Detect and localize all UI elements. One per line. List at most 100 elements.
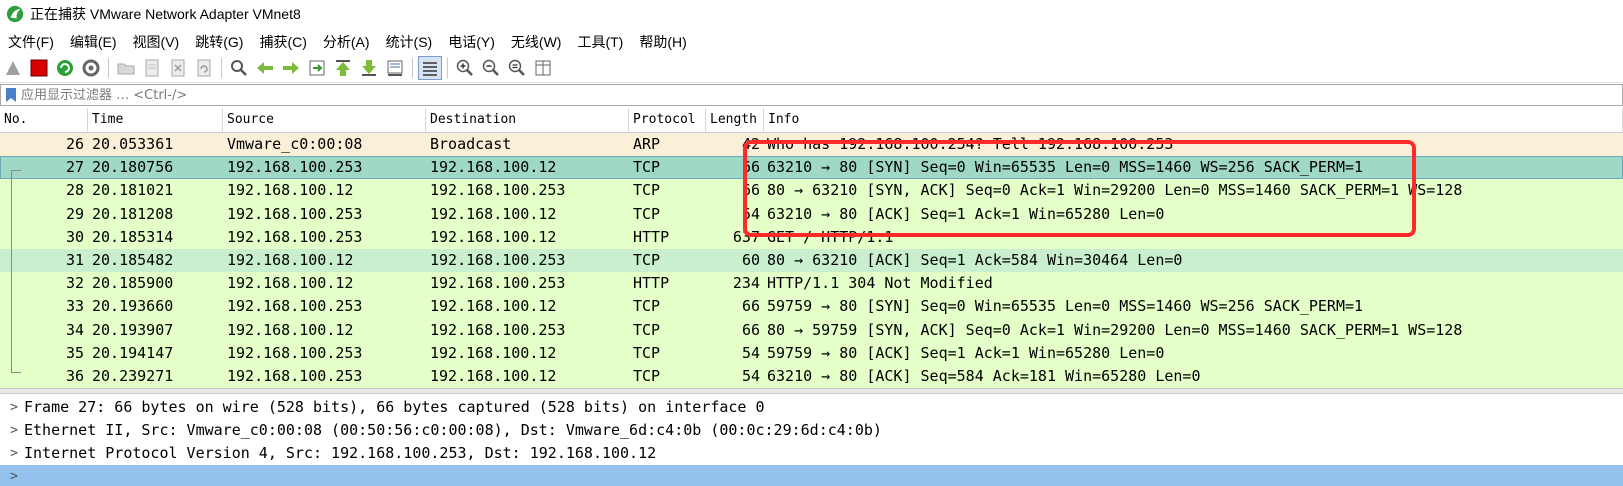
menu-view[interactable]: 视图(V): [125, 31, 188, 53]
toolbar-separator: [447, 58, 448, 78]
first-packet-button[interactable]: [331, 56, 355, 80]
cell-info: 59759 → 80 [SYN] Seq=0 Win=65535 Len=0 M…: [767, 297, 1364, 316]
cell-time: 20.194147: [92, 343, 174, 362]
packet-row[interactable]: 35 20.194147 192.168.100.253 192.168.100.12…: [0, 341, 1623, 365]
expand-arrow-icon[interactable]: >: [4, 465, 24, 486]
cell-length: 66: [741, 158, 760, 177]
packet-row[interactable]: 30 20.185314 192.168.100.253 192.168.100.12…: [0, 225, 1623, 249]
close-file-button[interactable]: [166, 56, 190, 80]
cell-length: 234: [732, 274, 760, 293]
start-capture-button[interactable]: [1, 56, 25, 80]
packet-row[interactable]: 34 20.193907 192.168.100.12 192.168.100.253…: [0, 318, 1623, 342]
resize-columns-icon: [535, 60, 551, 76]
cell-length: 54: [741, 204, 760, 223]
cell-protocol: ARP: [633, 135, 661, 153]
bookmark-icon[interactable]: [4, 87, 18, 103]
cell-protocol: TCP: [633, 343, 661, 362]
arrow-left-icon: [257, 62, 273, 74]
menu-bar: 文件(F) 编辑(E) 视图(V) 跳转(G) 捕获(C) 分析(A) 统计(S…: [0, 30, 1623, 54]
column-header-no[interactable]: No.: [0, 108, 88, 132]
go-to-packet-button[interactable]: [305, 56, 329, 80]
cell-source: 192.168.100.253: [227, 366, 363, 385]
cell-no: 31: [65, 250, 84, 269]
restart-capture-button[interactable]: [53, 56, 77, 80]
cell-source: 192.168.100.12: [227, 320, 354, 339]
detail-frame[interactable]: > Frame 27: 66 bytes on wire (528 bits),…: [0, 396, 1623, 419]
column-header-info[interactable]: Info: [764, 108, 1623, 132]
column-header-length[interactable]: Length: [706, 108, 764, 132]
cell-destination: 192.168.100.12: [430, 227, 557, 246]
cell-protocol: TCP: [633, 320, 661, 339]
packet-row[interactable]: 33 20.193660 192.168.100.253 192.168.100.12…: [0, 295, 1623, 319]
toolbar-separator: [221, 58, 222, 78]
expand-arrow-icon[interactable]: >: [4, 396, 24, 419]
close-file-icon: [171, 59, 185, 77]
detail-ethernet[interactable]: > Ethernet II, Src: Vmware_c0:00:08 (00:…: [0, 419, 1623, 442]
folder-icon: [117, 63, 135, 75]
resize-columns-button[interactable]: [531, 56, 555, 80]
cell-length: 60: [741, 250, 760, 269]
save-file-button[interactable]: [140, 56, 164, 80]
menu-file[interactable]: 文件(F): [0, 31, 62, 53]
window-title: 正在捕获 VMware Network Adapter VMnet8: [30, 6, 301, 22]
cell-destination: 192.168.100.253: [430, 181, 566, 200]
column-header-destination[interactable]: Destination: [426, 108, 629, 132]
column-header-source[interactable]: Source: [223, 108, 426, 132]
packet-row[interactable]: 36 20.239271 192.168.100.253 192.168.100.12…: [0, 364, 1623, 388]
expand-arrow-icon[interactable]: >: [4, 442, 24, 465]
capture-options-button[interactable]: [79, 56, 103, 80]
cell-protocol: TCP: [633, 250, 661, 269]
packet-row[interactable]: 28 20.181021 192.168.100.12 192.168.100.253…: [0, 179, 1623, 203]
cell-no: 30: [65, 227, 84, 246]
go-forward-button[interactable]: [279, 56, 303, 80]
detail-ip[interactable]: > Internet Protocol Version 4, Src: 192.…: [0, 442, 1623, 465]
menu-capture[interactable]: 捕获(C): [251, 31, 314, 53]
menu-edit[interactable]: 编辑(E): [62, 31, 125, 53]
cell-protocol: TCP: [633, 158, 661, 177]
cell-no: 34: [65, 320, 84, 339]
detail-tcp-selected[interactable]: >: [0, 465, 1623, 486]
cell-source: 192.168.100.12: [227, 274, 354, 293]
menu-analyze[interactable]: 分析(A): [315, 31, 378, 53]
column-header-protocol[interactable]: Protocol: [629, 108, 706, 132]
menu-statistics[interactable]: 统计(S): [378, 31, 441, 53]
packet-row[interactable]: 27 20.180756 192.168.100.253 192.168.100.12…: [0, 156, 1623, 180]
colorize-button[interactable]: [418, 56, 442, 80]
cell-protocol: TCP: [633, 204, 661, 223]
pane-splitter[interactable]: [0, 388, 1623, 394]
reload-file-button[interactable]: [192, 56, 216, 80]
packet-row[interactable]: 32 20.185900 192.168.100.12 192.168.100.253…: [0, 272, 1623, 296]
cell-length: 54: [741, 366, 760, 385]
zoom-out-button[interactable]: [479, 56, 503, 80]
detail-text: Ethernet II, Src: Vmware_c0:00:08 (00:50…: [24, 421, 882, 439]
find-packet-button[interactable]: [227, 56, 251, 80]
autoscroll-button[interactable]: [383, 56, 407, 80]
stop-capture-button[interactable]: [27, 56, 51, 80]
display-filter-input[interactable]: [21, 86, 1622, 104]
column-header-time[interactable]: Time: [88, 108, 223, 132]
packet-row[interactable]: 29 20.181208 192.168.100.253 192.168.100.12…: [0, 202, 1623, 226]
menu-go[interactable]: 跳转(G): [187, 31, 251, 53]
magnifier-icon: [231, 60, 247, 76]
cell-time: 20.181021: [92, 181, 174, 200]
open-file-button[interactable]: [114, 56, 138, 80]
expand-arrow-icon[interactable]: >: [4, 419, 24, 442]
cell-source: 192.168.100.253: [227, 158, 363, 177]
cell-destination: Broadcast: [430, 135, 512, 153]
conversation-bracket: [11, 170, 12, 372]
menu-telephony[interactable]: 电话(Y): [440, 31, 503, 53]
cell-info: 63210 → 80 [ACK] Seq=584 Ack=181 Win=652…: [767, 366, 1201, 385]
menu-tools[interactable]: 工具(T): [569, 31, 631, 53]
cell-info: 63210 → 80 [ACK] Seq=1 Ack=1 Win=65280 L…: [767, 204, 1165, 223]
zoom-in-button[interactable]: [453, 56, 477, 80]
menu-wireless[interactable]: 无线(W): [503, 31, 570, 53]
menu-help[interactable]: 帮助(H): [631, 31, 694, 53]
packet-row[interactable]: 31 20.185482 192.168.100.12 192.168.100.253…: [0, 248, 1623, 273]
conversation-bracket-start: [11, 170, 21, 171]
zoom-normal-button[interactable]: [505, 56, 529, 80]
cell-no: 33: [65, 297, 84, 316]
packet-row[interactable]: 26 20.053361 Vmware_c0:00:08 Broadcast ARP 42…: [0, 133, 1623, 157]
colorize-list-icon: [423, 62, 437, 76]
go-back-button[interactable]: [253, 56, 277, 80]
last-packet-button[interactable]: [357, 56, 381, 80]
